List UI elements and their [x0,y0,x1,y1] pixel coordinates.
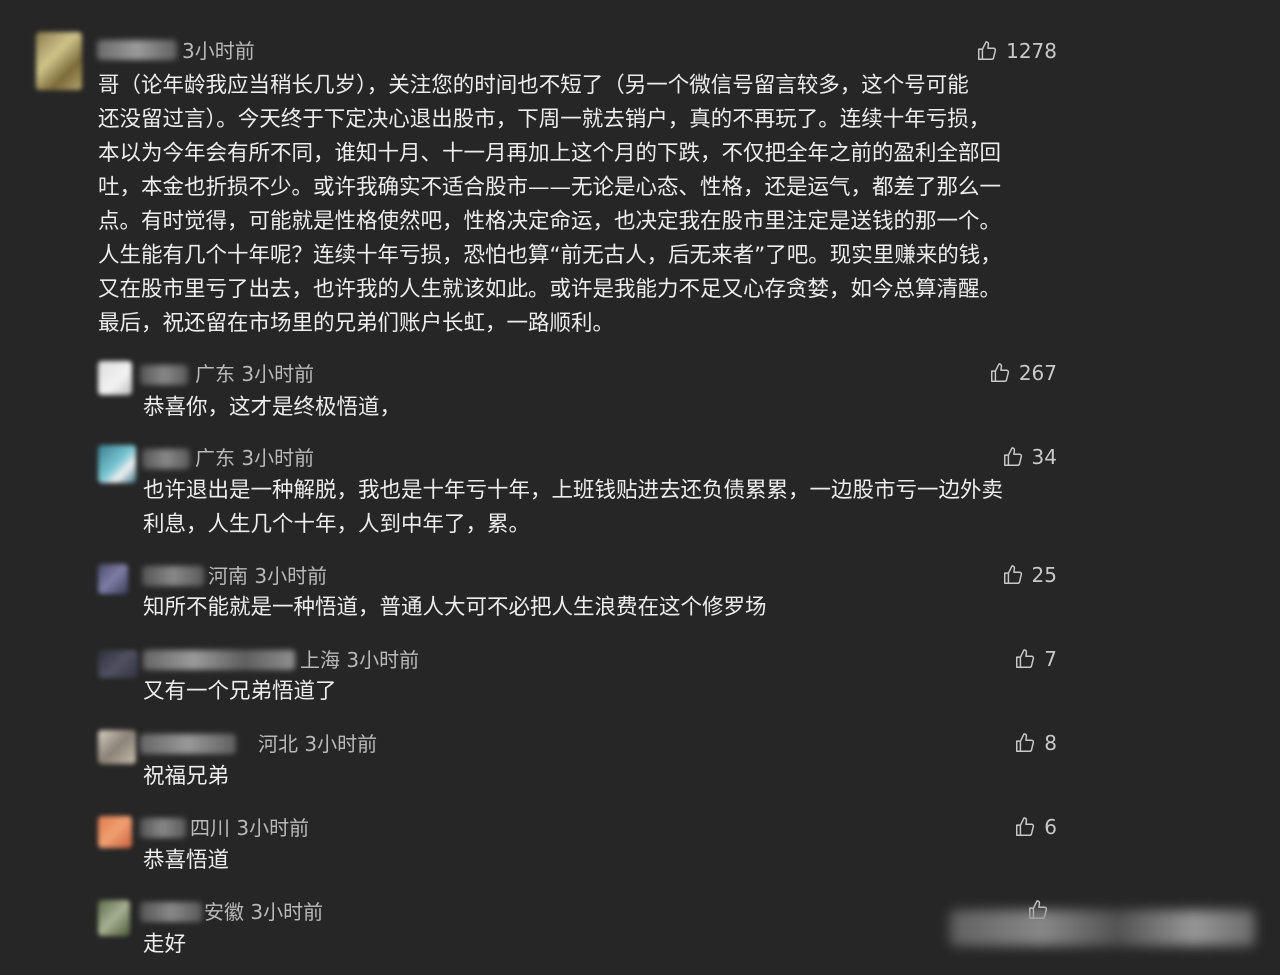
like-button[interactable]: 267 [989,361,1057,385]
username[interactable] [140,365,188,385]
watermark [950,910,1255,946]
like-button[interactable]: 25 [1002,563,1057,587]
thumbs-up-icon [1016,817,1035,836]
comment-text: 也许退出是一种解脱，我也是十年亏十年，上班钱贴进去还负债累累，一边股市亏一边外卖… [143,474,1003,542]
comment-text: 又有一个兄弟悟道了 [143,675,337,709]
comment-line: 吐，本金也折损不少。或许我确实不适合股市——无论是心态、性格，还是运气，都差了那… [98,175,1002,200]
user-avatar[interactable] [98,445,136,483]
comment-meta: 安徽 3小时前 [204,900,324,924]
like-button[interactable]: 7 [1014,647,1057,671]
comment-line: 走好 [143,932,187,957]
comment-line: 还没留过言）。今天终于下定决心退出股市，下周一就去销户，真的不再玩了。连续十年亏… [98,107,991,132]
comment-text: 哥（论年龄我应当稍长几岁），关注您的时间也不短了（另一个微信号留言较多，这个号可… [98,69,1002,341]
comment-meta: 河北 3小时前 [258,732,378,756]
username[interactable] [140,734,236,754]
main-comment: 3小时前 1278 哥（论年龄我应当稍长几岁），关注您的时间也不短了（另一个微信… [0,0,1280,345]
username[interactable] [143,650,295,670]
username[interactable] [140,902,202,922]
comment-line: 利息，人生几个十年，人到中年了，累。 [143,512,531,537]
comment-meta: 广东 3小时前 [195,362,315,386]
comment-meta: 四川 3小时前 [190,816,310,840]
comment-meta: 河南 3小时前 [208,564,328,588]
comment-text: 祝福兄弟 [143,760,229,794]
comment-line: 哥（论年龄我应当稍长几岁），关注您的时间也不短了（另一个微信号留言较多，这个号可… [98,73,969,98]
thumbs-up-icon [1016,733,1035,752]
comment-line: 又有一个兄弟悟道了 [143,679,337,704]
like-button[interactable]: 8 [1014,731,1057,755]
comment-line: 人生能有几个十年呢？连续十年亏损，恐怕也算“前无古人，后无来者”了吧。现实里赚来… [98,243,1002,268]
thumbs-up-icon [990,363,1009,382]
comment-text: 恭喜悟道 [143,844,229,878]
like-count: 6 [1044,815,1057,839]
user-avatar[interactable] [98,564,128,594]
comment-line: 知所不能就是一种悟道，普通人大可不必把人生浪费在这个修罗场 [143,595,767,620]
comment-time: 3小时前 [182,39,255,63]
thumbs-up-icon [978,41,997,60]
username[interactable] [142,449,190,469]
reply-item: 上海 3小时前 7 又有一个兄弟悟道了 [0,642,1280,722]
username[interactable] [142,566,204,586]
like-count: 7 [1044,647,1057,671]
reply-item: 广东 3小时前 267 恭喜你，这才是终极悟道， [0,355,1280,435]
like-button[interactable]: 1278 [976,39,1057,63]
comment-line: 祝福兄弟 [143,764,230,789]
comment-line: 本以为今年会有所不同，谁知十月、十一月再加上这个月的下跌，不仅把全年之前的盈利全… [98,141,1002,166]
comment-line: 又在股市里亏了出去，也许我的人生就该如此。或许是我能力不足又心存贪婪，如今总算清… [98,277,1002,302]
thumbs-up-icon [1003,447,1022,466]
username[interactable] [97,40,177,60]
user-avatar[interactable] [98,900,130,936]
reply-item: 河南 3小时前 25 知所不能就是一种悟道，普通人大可不必把人生浪费在这个修罗场 [0,558,1280,638]
like-count: 8 [1044,731,1057,755]
comment-line: 最后，祝还留在市场里的兄弟们账户长虹，一路顺利。 [98,311,615,336]
thumbs-up-icon [1016,649,1035,668]
like-button[interactable]: 34 [1002,445,1057,469]
like-count: 34 [1031,445,1057,469]
username[interactable] [140,818,186,838]
reply-item: 四川 3小时前 6 恭喜悟道 [0,810,1280,890]
thumbs-up-icon [1003,565,1022,584]
like-button[interactable]: 6 [1014,815,1057,839]
comment-text: 恭喜你，这才是终极悟道， [143,391,401,425]
user-avatar[interactable] [98,361,132,395]
reply-item: 广东 3小时前 34 也许退出是一种解脱，我也是十年亏十年，上班钱贴进去还负债累… [0,439,1280,549]
comment-line: 恭喜悟道 [143,848,230,873]
comment-line: 点。有时觉得，可能就是性格使然吧，性格决定命运，也决定我在股市里注定是送钱的那一… [98,209,1002,234]
reply-item: 河北 3小时前 8 祝福兄弟 [0,726,1280,806]
like-count: 25 [1031,563,1057,587]
user-avatar[interactable] [98,816,132,848]
like-count: 1278 [1006,39,1057,63]
user-avatar[interactable] [98,650,138,678]
comment-meta: 广东 3小时前 [195,446,315,470]
user-avatar[interactable] [36,32,82,90]
comment-text: 走好 [143,928,186,962]
comment-meta: 上海 3小时前 [300,648,420,672]
comment-line: 恭喜你，这才是终极悟道， [143,395,402,420]
comment-line: 也许退出是一种解脱，我也是十年亏十年，上班钱贴进去还负债累累，一边股市亏一边外卖 [143,478,1004,503]
like-count: 267 [1018,361,1057,385]
comment-text: 知所不能就是一种悟道，普通人大可不必把人生浪费在这个修罗场 [143,591,767,625]
user-avatar[interactable] [98,730,136,764]
